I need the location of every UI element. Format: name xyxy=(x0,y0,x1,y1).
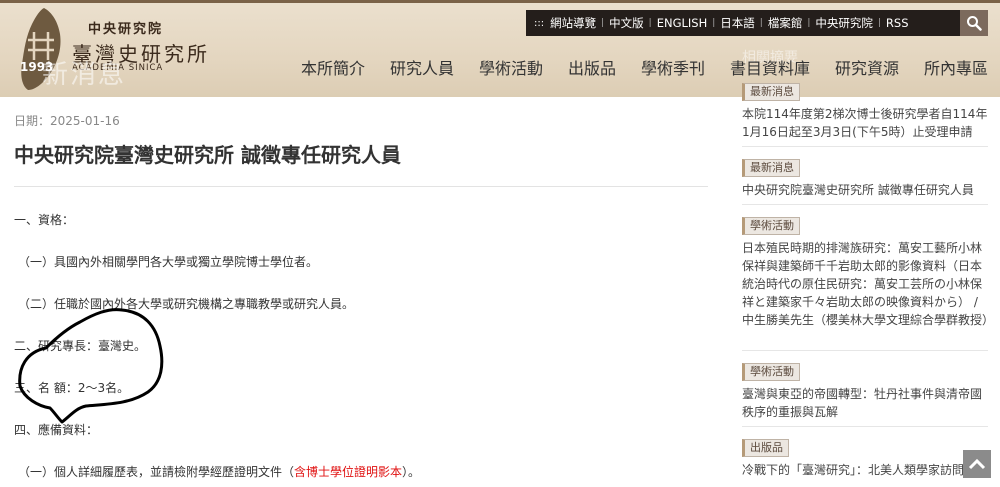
utility-bar: ::: 網站導覽 | 中文版 | ENGLISH | 日本語 | 檔案館 | 中… xyxy=(526,10,988,36)
title-divider xyxy=(14,186,708,187)
chevron-up-icon xyxy=(968,458,986,470)
separator: | xyxy=(807,18,811,28)
sidebar-news-item[interactable]: 最新消息 本院114年度第2梯次博士後研究學者自114年1月16日起至3月3日(… xyxy=(742,80,988,141)
news-title[interactable]: 本院114年度第2梯次博士後研究學者自114年1月16日起至3月3日(下午5時）… xyxy=(742,105,988,141)
sidebar-divider xyxy=(742,146,988,147)
separator: | xyxy=(877,18,881,28)
back-to-top-button[interactable] xyxy=(963,450,991,478)
article-paragraph: （一）具國內外相關學門各大學或獨立學院博士學位者。 xyxy=(18,255,319,269)
category-badge: 學術活動 xyxy=(742,217,800,235)
category-badge: 出版品 xyxy=(742,439,789,457)
header-top-border xyxy=(0,0,1000,3)
link-academia-sinica[interactable]: 中央研究院 xyxy=(815,15,873,31)
nav-resources[interactable]: 研究資源 xyxy=(835,55,899,79)
nav-quarterly[interactable]: 學術季刊 xyxy=(641,55,705,79)
nav-internal[interactable]: 所內專區 xyxy=(924,55,988,79)
link-rss[interactable]: RSS xyxy=(886,16,909,30)
sidebar-news-item[interactable]: 最新消息 中央研究院臺灣史研究所 誠徵專任研究人員 xyxy=(742,156,988,199)
separator: | xyxy=(601,18,605,28)
banner-ghost-text: 新消息 xyxy=(42,60,127,90)
article-paragraph: （一）個人詳細履歷表，並請檢附學經歷證明文件（含博士學位證明影本）。 xyxy=(18,463,420,480)
nav-about[interactable]: 本所簡介 xyxy=(301,55,365,79)
article-date: 日期：2025-01-16 xyxy=(14,114,120,128)
link-sitemap[interactable]: 網站導覽 xyxy=(550,15,596,31)
news-title[interactable]: 臺灣與東亞的帝國轉型：牡丹社事件與清帝國秩序的重振與瓦解 xyxy=(742,385,988,421)
search-button[interactable] xyxy=(960,10,988,36)
link-archives[interactable]: 檔案館 xyxy=(768,15,803,31)
link-chinese[interactable]: 中文版 xyxy=(609,15,644,31)
sidebar-news-item[interactable]: 學術活動 臺灣與東亞的帝國轉型：牡丹社事件與清帝國秩序的重振與瓦解 xyxy=(742,360,988,421)
article-paragraph: （二）任職於國內外各大學或研究機構之專職教學或研究人員。 xyxy=(18,297,355,311)
sidebar-divider xyxy=(742,350,988,351)
paragraph-text: ）。 xyxy=(402,465,421,479)
search-icon xyxy=(967,16,982,31)
sidebar-news-item[interactable]: 出版品 冷戰下的「臺灣研究」：北美人類學家訪問紀錄 xyxy=(742,436,988,479)
category-badge: 最新消息 xyxy=(742,83,800,101)
news-title[interactable]: 冷戰下的「臺灣研究」：北美人類學家訪問紀錄 xyxy=(742,461,988,479)
article-paragraph: 四、應備資料： xyxy=(14,423,99,437)
handdrawn-circle-annotation xyxy=(18,308,164,424)
link-english[interactable]: ENGLISH xyxy=(657,16,708,30)
link-japanese[interactable]: 日本語 xyxy=(720,15,755,31)
paragraph-text: （一）個人詳細履歷表，並請檢附學經歷證明文件（ xyxy=(18,465,295,479)
separator: | xyxy=(648,18,652,28)
category-badge: 學術活動 xyxy=(742,363,800,381)
article-paragraph: 一、資格： xyxy=(14,213,75,227)
separator: | xyxy=(759,18,763,28)
article-paragraph: 二、研究專長：臺灣史。 xyxy=(14,339,147,353)
article-title: 中央研究院臺灣史研究所 誠徵專任研究人員 xyxy=(14,143,401,167)
category-badge: 最新消息 xyxy=(742,159,800,177)
nav-publications[interactable]: 出版品 xyxy=(568,55,616,79)
logo-academia-name: 中央研究院 xyxy=(88,22,164,37)
news-title[interactable]: 中央研究院臺灣史研究所 誠徵專任研究人員 xyxy=(742,181,988,199)
sidebar-divider xyxy=(742,204,988,205)
accesskey-dots[interactable]: ::: xyxy=(526,18,550,29)
sidebar-news-item[interactable]: 學術活動 日本殖民時期的排灣族研究：萬安工藝所小林保祥與建築師千千岩助太郎的影像… xyxy=(742,214,994,329)
news-title[interactable]: 日本殖民時期的排灣族研究：萬安工藝所小林保祥與建築師千千岩助太郎的影像資料（日本… xyxy=(742,239,994,329)
nav-activities[interactable]: 學術活動 xyxy=(479,55,543,79)
highlight-text: 含博士學位證明影本 xyxy=(294,465,403,479)
article-paragraph: 三、名 額：2～3名。 xyxy=(14,381,130,395)
sidebar-divider xyxy=(742,426,988,427)
nav-researchers[interactable]: 研究人員 xyxy=(390,55,454,79)
nav-bibliography[interactable]: 書目資料庫 xyxy=(730,55,810,79)
separator: | xyxy=(712,18,716,28)
